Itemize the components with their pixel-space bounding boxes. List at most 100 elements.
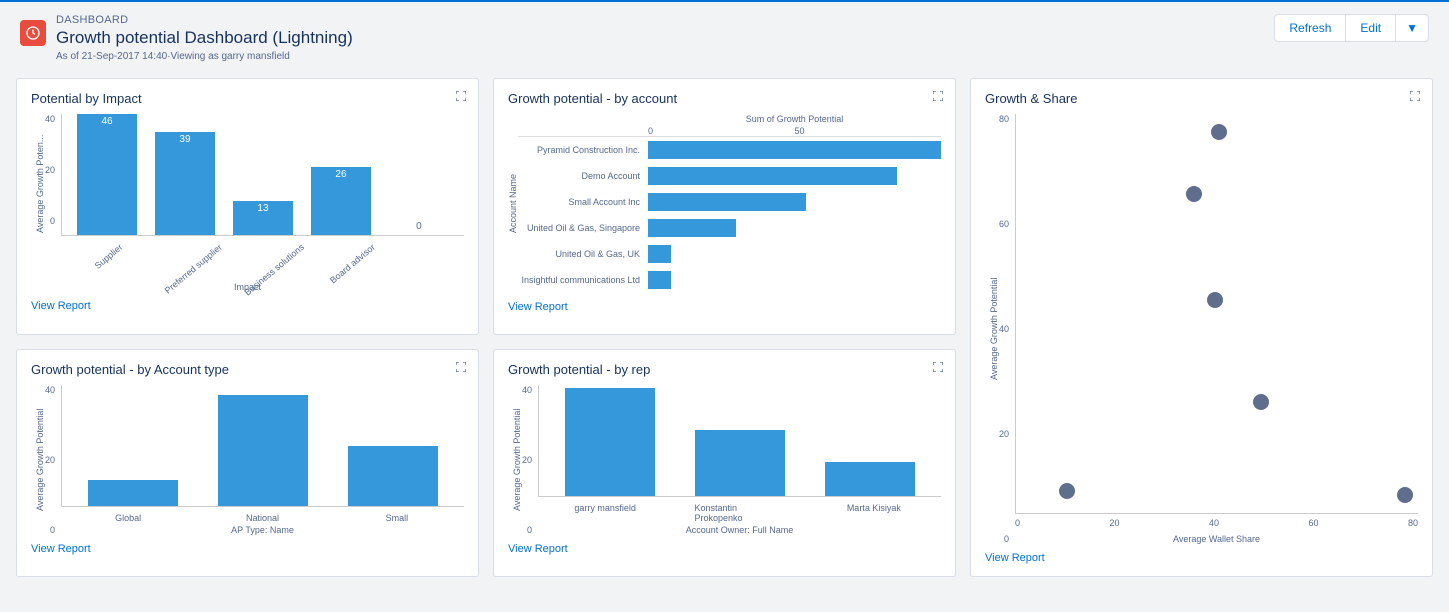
y-tick: 0 bbox=[1004, 534, 1009, 544]
bar-value: 0 bbox=[389, 221, 449, 232]
view-report-link[interactable]: View Report bbox=[985, 552, 1045, 564]
x-tick: 0 bbox=[648, 126, 795, 136]
y-tick: 20 bbox=[522, 455, 532, 465]
x-tick: 50 bbox=[795, 126, 942, 136]
expand-icon[interactable] bbox=[933, 360, 943, 375]
hbar-fill bbox=[648, 193, 806, 211]
y-tick: 60 bbox=[999, 219, 1009, 229]
card-impact: Potential by Impact Average Growth Poten… bbox=[16, 78, 479, 335]
bar-value: 13 bbox=[233, 203, 293, 214]
expand-icon[interactable] bbox=[456, 89, 466, 104]
header-left: DASHBOARD Growth potential Dashboard (Li… bbox=[20, 14, 353, 62]
y-axis-label: Average Growth Potential bbox=[508, 385, 522, 535]
dashboard-icon bbox=[20, 20, 46, 46]
hbar-track bbox=[648, 271, 941, 289]
card-title: Potential by Impact bbox=[31, 91, 464, 106]
y-tick: 0 bbox=[50, 525, 55, 535]
hbar-row: United Oil & Gas, Singapore bbox=[518, 215, 941, 241]
y-tick: 20 bbox=[999, 429, 1009, 439]
y-axis-ticks: 0 20 40 bbox=[45, 385, 61, 535]
y-axis-label: Average Growth Potential bbox=[985, 114, 999, 544]
plot-area bbox=[538, 385, 941, 497]
y-tick: 20 bbox=[45, 455, 55, 465]
header-overline: DASHBOARD bbox=[56, 14, 353, 26]
card-title: Growth potential - by rep bbox=[508, 362, 941, 377]
page-title: Growth potential Dashboard (Lightning) bbox=[56, 28, 353, 48]
expand-icon[interactable] bbox=[456, 360, 466, 375]
hbar-track bbox=[648, 167, 941, 185]
scatter-area bbox=[1015, 114, 1418, 514]
y-tick: 80 bbox=[999, 114, 1009, 124]
y-tick: 40 bbox=[45, 385, 55, 395]
scatter-point bbox=[1186, 186, 1202, 202]
hbar-fill bbox=[648, 167, 897, 185]
header-subtitle: As of 21-Sep-2017 14:40·Viewing as garry… bbox=[56, 51, 353, 62]
y-axis-ticks: 0 20 40 bbox=[522, 385, 538, 535]
bars bbox=[539, 385, 941, 496]
bar: 13 bbox=[233, 201, 293, 235]
x-category: National bbox=[246, 513, 279, 523]
scatter-point bbox=[1207, 292, 1223, 308]
bars bbox=[62, 385, 464, 506]
bar bbox=[825, 462, 915, 496]
bar bbox=[88, 480, 178, 506]
y-tick: 40 bbox=[45, 114, 55, 124]
expand-icon[interactable] bbox=[1410, 89, 1420, 104]
refresh-button[interactable]: Refresh bbox=[1274, 14, 1346, 42]
x-category: Marta Kisiyak bbox=[847, 503, 901, 523]
chart-impact: Average Growth Poten... 0 20 40 46391326… bbox=[31, 114, 464, 254]
bar bbox=[218, 395, 308, 506]
scatter-point bbox=[1253, 394, 1269, 410]
hbar-track bbox=[648, 141, 941, 159]
chart-rep: Average Growth Potential 0 20 40 garry m… bbox=[508, 385, 941, 535]
bar-value: 26 bbox=[311, 169, 371, 180]
y-tick: 40 bbox=[522, 385, 532, 395]
bar: 46 bbox=[77, 114, 137, 235]
scatter-point bbox=[1211, 124, 1227, 140]
view-report-link[interactable]: View Report bbox=[508, 301, 568, 313]
x-category: garry mansfield bbox=[574, 503, 636, 523]
expand-icon[interactable] bbox=[933, 89, 943, 104]
x-tick: 20 bbox=[1110, 518, 1120, 528]
view-report-link[interactable]: View Report bbox=[508, 543, 568, 555]
plot-area: 463913260 bbox=[61, 114, 464, 236]
x-ticks: 0 20 40 60 80 bbox=[1015, 514, 1418, 528]
scatter-point bbox=[1397, 487, 1413, 503]
x-tick: 40 bbox=[1209, 518, 1219, 528]
card-account: Growth potential - by account Account Na… bbox=[493, 78, 956, 335]
y-tick: 40 bbox=[999, 324, 1009, 334]
y-axis-label: Average Growth Poten... bbox=[31, 114, 45, 254]
hbar-fill bbox=[648, 271, 671, 289]
card-title: Growth potential - by account bbox=[508, 91, 941, 106]
bar bbox=[695, 430, 785, 496]
edit-button[interactable]: Edit bbox=[1346, 14, 1396, 42]
view-report-link[interactable]: View Report bbox=[31, 543, 91, 555]
x-ticks: 0 50 bbox=[648, 126, 941, 136]
x-axis-label: Account Owner: Full Name bbox=[538, 523, 941, 535]
hbar-chart: Account Name Sum of Growth Potential 0 5… bbox=[508, 114, 941, 293]
card-title: Growth potential - by Account type bbox=[31, 362, 464, 377]
hbar-row: Small Account Inc bbox=[518, 189, 941, 215]
card-title: Growth & Share bbox=[985, 91, 1418, 106]
chart-scatter: Average Growth Potential 0 20 40 60 80 0… bbox=[985, 114, 1418, 544]
y-tick: 0 bbox=[50, 216, 55, 226]
hbar-category: Pyramid Construction Inc. bbox=[518, 145, 648, 155]
y-axis-ticks: 0 20 40 60 80 bbox=[999, 114, 1015, 544]
plot-wrap: garry mansfield Konstantin Prokopenko Mart… bbox=[538, 385, 941, 535]
x-categories: SupplierPreferred supplierBusiness solut… bbox=[61, 236, 464, 254]
y-tick: 0 bbox=[527, 525, 532, 535]
hbar-track bbox=[648, 193, 941, 211]
view-report-link[interactable]: View Report bbox=[31, 300, 91, 312]
hbar-row: Demo Account bbox=[518, 163, 941, 189]
x-categories: GlobalNationalSmall bbox=[61, 507, 464, 523]
plot-wrap: GlobalNationalSmall AP Type: Name bbox=[61, 385, 464, 535]
y-axis-label: Account Name bbox=[508, 114, 518, 293]
scatter-point bbox=[1059, 483, 1075, 499]
x-category: Konstantin Prokopenko bbox=[695, 503, 785, 523]
hbar-body: Sum of Growth Potential 0 50 Pyramid Con… bbox=[518, 114, 941, 293]
header-text: DASHBOARD Growth potential Dashboard (Li… bbox=[56, 14, 353, 62]
menu-button[interactable]: ▼ bbox=[1396, 14, 1429, 42]
bar-value: 46 bbox=[77, 116, 137, 127]
hbar-category: United Oil & Gas, Singapore bbox=[518, 223, 648, 233]
dashboard-grid: Potential by Impact Average Growth Poten… bbox=[0, 78, 1449, 593]
